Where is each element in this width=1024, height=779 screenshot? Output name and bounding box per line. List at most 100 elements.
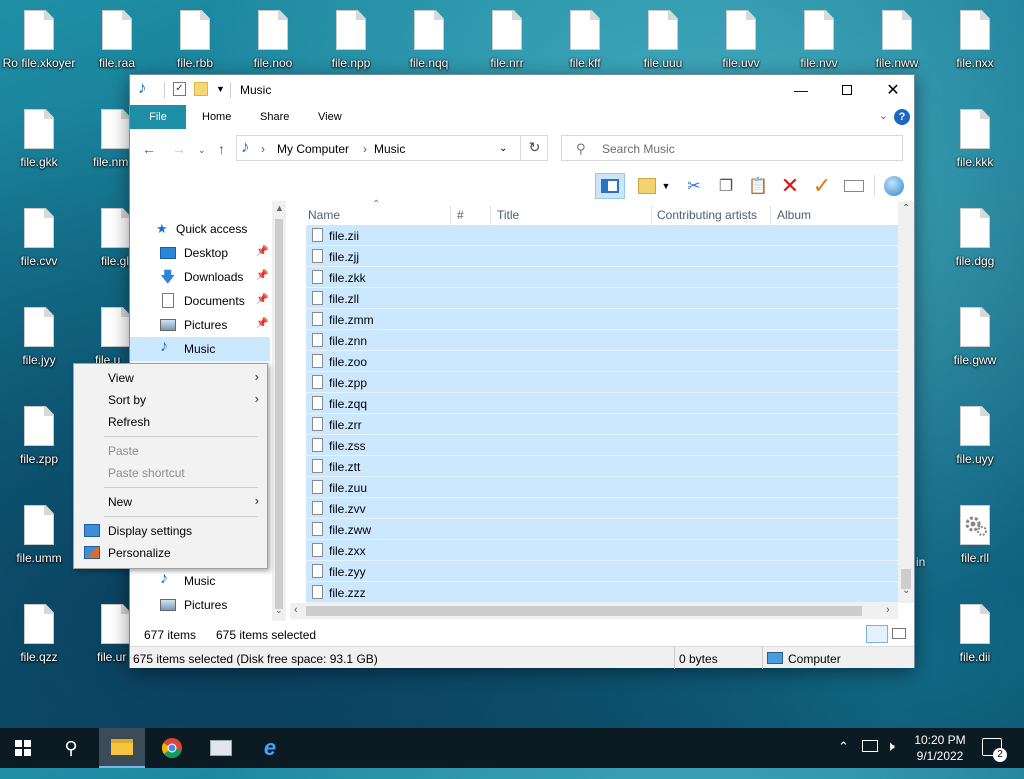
list-item[interactable]: file.zii (306, 225, 898, 246)
details-view-icon[interactable] (866, 625, 888, 643)
list-item[interactable]: file.zvv (306, 498, 898, 519)
rename-icon[interactable] (842, 175, 866, 197)
paste-icon[interactable]: 📋 (746, 175, 770, 197)
list-item[interactable]: file.zqq (306, 393, 898, 414)
desktop-icon[interactable]: file.cvv (1, 208, 77, 268)
desktop-icon[interactable]: file.gl (79, 208, 129, 268)
list-item[interactable]: file.znn (306, 330, 898, 351)
list-item[interactable]: file.zmm (306, 309, 898, 330)
column-divider[interactable] (490, 205, 491, 225)
desktop-icon[interactable]: file.ur (79, 604, 129, 664)
scroll-left-icon[interactable]: ‹ (294, 604, 298, 616)
scroll-down-icon[interactable]: ⌄ (902, 585, 910, 596)
preview-pane-icon[interactable] (595, 173, 625, 199)
nav-quick-access[interactable]: ★ Quick access (130, 217, 270, 241)
list-item[interactable]: file.ztt (306, 456, 898, 477)
nav-desktop[interactable]: Desktop 📌 (130, 241, 270, 265)
desktop-icon[interactable]: file.uvv (703, 10, 779, 70)
quick-access-dropdown-icon[interactable]: ▼ (216, 84, 225, 94)
menu-item-personalize[interactable]: Personalize (74, 542, 267, 564)
desktop-icon[interactable]: file.u (79, 307, 129, 367)
breadcrumb-root[interactable]: My Computer (277, 142, 349, 156)
tab-file[interactable]: File (130, 105, 186, 129)
vertical-scrollbar[interactable]: ⌃ ⌄ (898, 201, 914, 603)
desktop-icon[interactable]: file.dgg (937, 208, 1013, 268)
column-contributing-artists[interactable]: Contributing artists (657, 208, 757, 222)
scroll-thumb[interactable] (306, 606, 862, 616)
desktop-icon[interactable]: file.raa (79, 10, 155, 70)
desktop-icon[interactable]: file.kff (547, 10, 623, 70)
desktop-icon[interactable]: file.nm (79, 109, 129, 169)
new-folder-icon[interactable] (194, 82, 208, 96)
nav-pictures-library[interactable]: Pictures (130, 593, 270, 617)
desktop-icon[interactable]: file.gww (937, 307, 1013, 367)
menu-item-refresh[interactable]: Refresh (74, 411, 267, 433)
nav-documents[interactable]: Documents 📌 (130, 289, 270, 313)
column-name[interactable]: Name (308, 208, 340, 222)
file-explorer-icon[interactable] (99, 728, 145, 768)
column-title[interactable]: Title (497, 208, 519, 222)
close-button[interactable]: ✕ (870, 75, 916, 105)
help-icon[interactable]: ? (894, 109, 910, 125)
scroll-down-icon[interactable]: ⌄ (275, 605, 283, 616)
tab-view[interactable]: View (304, 105, 356, 129)
scroll-up-icon[interactable]: ⌃ (902, 203, 910, 214)
search-icon[interactable]: ⚲ (48, 728, 94, 768)
computer-management-icon[interactable] (198, 728, 244, 768)
breadcrumb-current[interactable]: Music (374, 142, 405, 156)
nav-music[interactable]: ♪ Music (130, 337, 270, 361)
list-item[interactable]: file.zuu (306, 477, 898, 498)
new-item-dropdown-icon[interactable]: ▼ (659, 175, 673, 197)
search-input[interactable]: ⚲ Search Music (561, 135, 903, 161)
scroll-up-icon[interactable]: ▲ (275, 203, 284, 213)
minimize-button[interactable]: — (778, 75, 824, 105)
tab-share[interactable]: Share (246, 105, 303, 129)
cut-icon[interactable]: ✂ (682, 175, 706, 197)
column-album[interactable]: Album (777, 208, 811, 222)
column-divider[interactable] (651, 205, 652, 225)
address-dropdown-icon[interactable]: ⌄ (499, 143, 507, 154)
list-item[interactable]: file.zll (306, 288, 898, 309)
nav-scrollbar[interactable]: ▲ ⌄ (272, 201, 286, 621)
menu-item-display-settings[interactable]: Display settings (74, 520, 267, 542)
internet-explorer-icon[interactable]: e (247, 728, 293, 768)
network-icon[interactable] (862, 740, 878, 752)
list-item[interactable]: file.zpp (306, 372, 898, 393)
checkmark-icon[interactable]: ✓ (810, 173, 834, 198)
nav-pictures[interactable]: Pictures 📌 (130, 313, 270, 337)
desktop-icon[interactable]: file.nrr (469, 10, 545, 70)
volume-icon[interactable]: 🕨 (886, 738, 895, 778)
list-item[interactable]: file.zkk (306, 267, 898, 288)
chrome-icon[interactable] (149, 728, 195, 768)
desktop-icon[interactable]: file.gkk (1, 109, 77, 169)
list-item[interactable]: file.zzz (306, 582, 898, 603)
large-icons-view-icon[interactable] (892, 628, 906, 639)
clock[interactable]: 10:20 PM 9/1/2022 (913, 732, 967, 772)
column-divider[interactable] (450, 205, 451, 225)
chevron-up-icon[interactable]: ⌃ (838, 739, 849, 779)
ribbon-collapse-icon[interactable]: ⌄ (879, 109, 888, 122)
list-item[interactable]: file.zww (306, 519, 898, 540)
back-arrow-icon[interactable]: ← (142, 141, 156, 157)
forward-arrow-icon[interactable]: → (172, 141, 186, 157)
list-item[interactable]: file.zjj (306, 246, 898, 267)
tab-home[interactable]: Home (188, 105, 245, 129)
refresh-icon[interactable]: ↻ (520, 135, 548, 161)
desktop-icon[interactable]: file.jyy (1, 307, 77, 367)
scroll-right-icon[interactable]: › (886, 604, 890, 616)
desktop-icon[interactable]: file.nww (859, 10, 935, 70)
scroll-thumb[interactable] (275, 219, 283, 609)
desktop-icon[interactable]: file.nqq (391, 10, 467, 70)
copy-icon[interactable]: ❐ (714, 175, 738, 197)
desktop-icon[interactable]: file.npp (313, 10, 389, 70)
desktop-icon[interactable]: file.nxx (937, 10, 1013, 70)
horizontal-scrollbar[interactable]: ‹ › (290, 603, 898, 619)
maximize-button[interactable] (824, 75, 870, 105)
desktop-icon[interactable]: file.noo (235, 10, 311, 70)
list-item[interactable]: file.zoo (306, 351, 898, 372)
menu-item-paste[interactable]: Paste (74, 440, 267, 462)
new-item-icon[interactable] (635, 175, 659, 197)
delete-icon[interactable]: ✕ (778, 173, 802, 198)
menu-item-paste-shortcut[interactable]: Paste shortcut (74, 462, 267, 484)
desktop-icon[interactable]: file.uuu (625, 10, 701, 70)
